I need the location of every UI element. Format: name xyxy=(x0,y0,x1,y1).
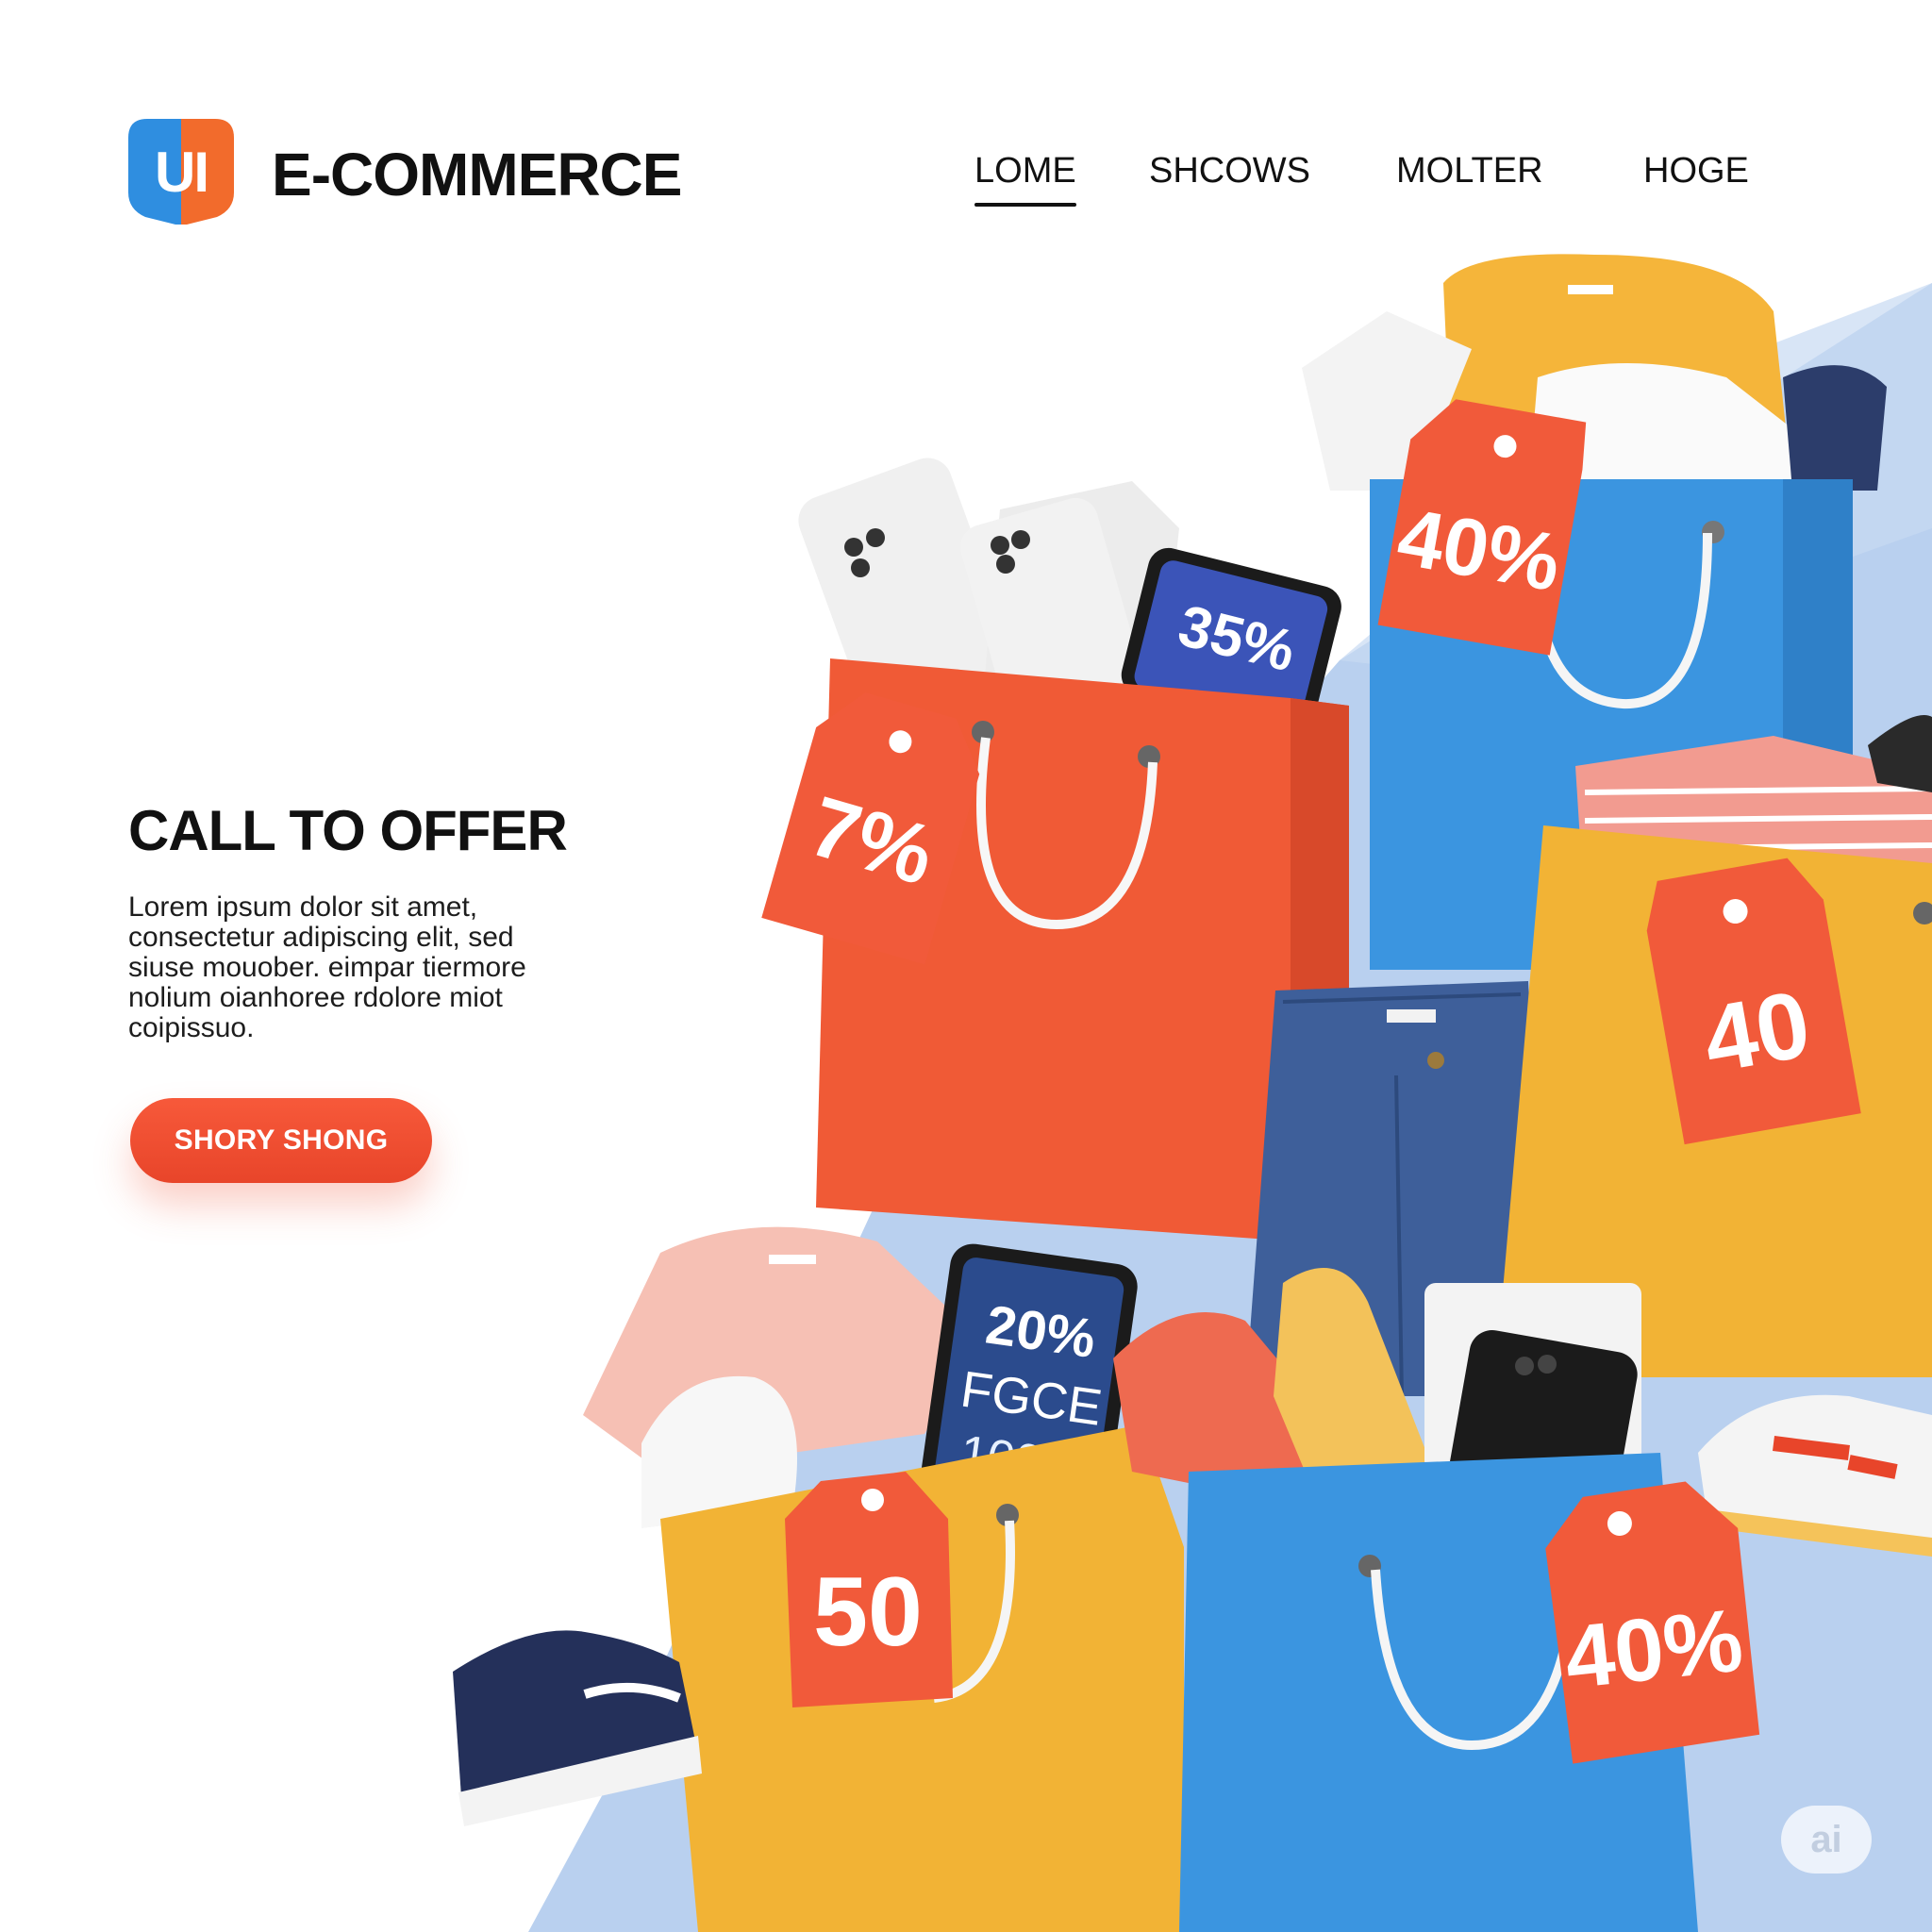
hero-body-line: consectetur adipiscing elit, sed xyxy=(128,922,514,953)
hero-body-line: coipissuo. xyxy=(128,1012,255,1043)
discount-tag-50: 50 xyxy=(785,1472,953,1707)
brand-name[interactable]: E-COMMERCE xyxy=(272,140,682,209)
discount-tag-label: 40% xyxy=(1560,1590,1747,1707)
brand-logo[interactable]: UI xyxy=(128,119,234,225)
white-jacket xyxy=(981,481,1179,717)
hero-body-line: siuse mouober. eimpar tiermore xyxy=(128,952,526,983)
discount-tag-40-right: 40 xyxy=(1646,858,1861,1145)
phone-screen-text: 35% xyxy=(1172,593,1301,685)
phone-screen-35 xyxy=(1134,560,1328,725)
orange-bag-top: 35% xyxy=(798,458,1349,1245)
nav-item-lome[interactable]: LOME xyxy=(974,151,1076,207)
ai-watermark: ai xyxy=(1781,1806,1872,1874)
navy-cap xyxy=(1783,365,1887,491)
navy-sneaker xyxy=(453,1630,702,1826)
discount-tag-40-top: 40% xyxy=(1377,399,1587,656)
jeans xyxy=(1245,981,1547,1397)
discount-tag-label: 40 xyxy=(1696,971,1818,1093)
phone-screen-text: FGCE xyxy=(958,1360,1106,1436)
white-shirt xyxy=(1528,363,1811,491)
striped-shirt xyxy=(1575,736,1932,915)
pink-shirt xyxy=(583,1226,981,1472)
discount-tag-7: 7% xyxy=(761,692,980,965)
yellow-bag-right xyxy=(1495,715,1932,1377)
logo-text: UI xyxy=(155,140,209,204)
phone-screen-20 xyxy=(933,1257,1124,1512)
blue-bag-bottom xyxy=(1113,1268,1698,1932)
discount-tag-40-bottom: 40% xyxy=(1545,1481,1760,1764)
yellow-shirt xyxy=(1443,254,1792,491)
white-cap xyxy=(641,1375,797,1528)
nav-item-molter[interactable]: MOLTER xyxy=(1396,151,1543,192)
cta-button[interactable]: SHORY SHONG xyxy=(130,1098,432,1183)
nav-item-shcows[interactable]: SHCOWS xyxy=(1149,151,1310,192)
orange-sneaker xyxy=(1113,1312,1340,1509)
discount-tag-label: 40% xyxy=(1391,491,1567,608)
hero-body-line: Lorem ipsum dolor sit amet, xyxy=(128,891,478,923)
sneaker-partial xyxy=(1868,715,1932,792)
site-header: UI E-COMMERCE LOME SHCOWS MOLTER HOGE xyxy=(0,0,1932,245)
blue-bag-top xyxy=(1302,254,1887,970)
yellow-flat xyxy=(1274,1268,1434,1509)
hero-body: Lorem ipsum dolor sit amet, consectetur … xyxy=(128,892,572,1043)
yellow-bag-bottom: 20% FGCE 100% xyxy=(583,1226,1184,1932)
discount-tag-label: 50 xyxy=(813,1557,923,1667)
phone-screen-text: 20% xyxy=(982,1294,1099,1371)
white-tablet xyxy=(1424,1283,1641,1472)
nav-item-hoge[interactable]: HOGE xyxy=(1643,151,1749,192)
backdrop-shape xyxy=(528,283,1932,1932)
phone-screen-text: 100% xyxy=(957,1425,1089,1497)
discount-tag-label: 7% xyxy=(800,779,944,904)
hero-body-line: nolium oianhoree rdolore miot xyxy=(128,982,503,1013)
white-towel xyxy=(1302,311,1472,491)
white-sneaker xyxy=(1698,1394,1932,1557)
hero-title: CALL TO OFFER xyxy=(128,799,568,862)
